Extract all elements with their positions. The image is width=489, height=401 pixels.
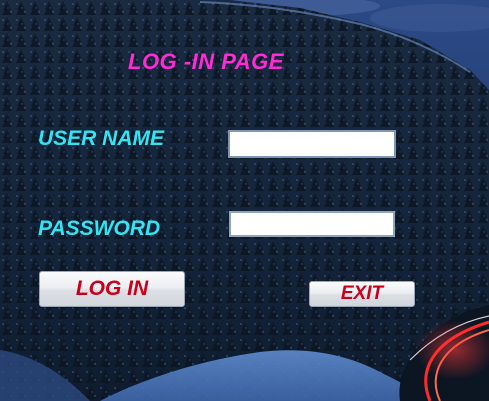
login-button[interactable]: LOG IN <box>39 271 185 307</box>
username-input[interactable] <box>228 130 396 158</box>
password-input[interactable] <box>229 211 395 237</box>
exit-button[interactable]: EXIT <box>309 281 415 307</box>
password-label: PASSWORD <box>38 217 161 240</box>
login-window: LOG -IN PAGE USER NAME PASSWORD LOG IN E… <box>0 0 489 401</box>
page-title: LOG -IN PAGE <box>128 49 284 74</box>
username-label: USER NAME <box>38 127 165 150</box>
